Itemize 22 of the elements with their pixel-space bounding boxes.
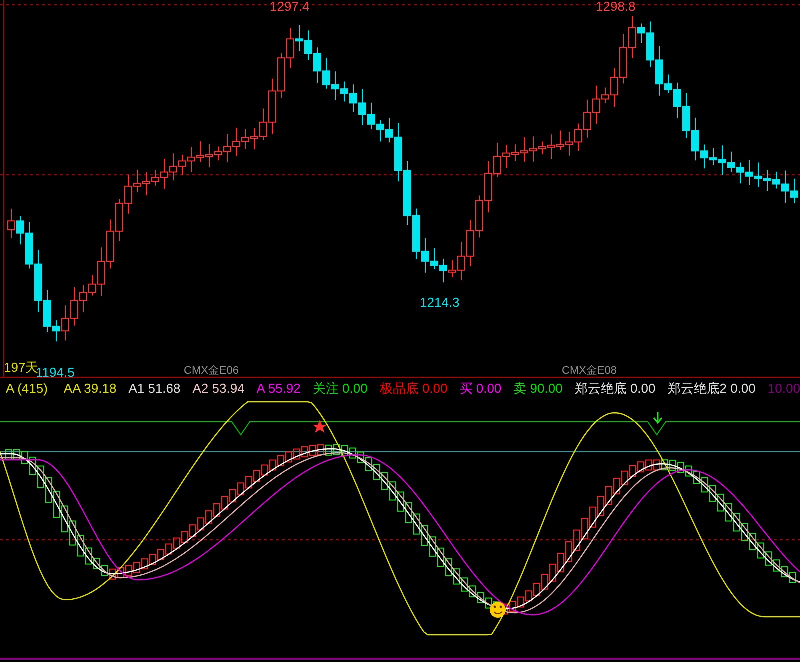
indicator-value: A2 53.94 bbox=[192, 380, 245, 398]
indicator-value: 卖 90.00 bbox=[514, 380, 563, 398]
indicator-value: A1 51.68 bbox=[128, 380, 181, 398]
high-price-label: 1298.8 bbox=[596, 0, 636, 14]
low-price-label: 1194.5 bbox=[36, 366, 75, 380]
indicator-value: 极品底 0.00 bbox=[380, 380, 448, 398]
indicator-value: 郑云绝底2 0.00 bbox=[668, 380, 756, 398]
indicator-value: A 55.92 bbox=[256, 380, 301, 398]
low-price-label: 1214.3 bbox=[420, 296, 460, 310]
indicator-selector[interactable]: A (415) bbox=[6, 378, 48, 400]
indicator-value: AA 39.18 bbox=[64, 380, 117, 398]
star-icon bbox=[313, 420, 327, 433]
indicator-value: 买 0.00 bbox=[460, 380, 502, 398]
indicator-value: 10.00 bbox=[768, 380, 800, 398]
down-arrow-icon bbox=[653, 412, 663, 424]
indicator-value: 关注 0.00 bbox=[312, 380, 368, 398]
high-price-label: 1297.4 bbox=[270, 0, 310, 14]
indicator-value: 郑云绝底 0.00 bbox=[574, 380, 656, 398]
smiley-icon bbox=[490, 602, 506, 618]
contract-label: CMX金E06 bbox=[184, 364, 240, 378]
contract-label: CMX金E08 bbox=[562, 364, 618, 378]
period-label: 197天 bbox=[4, 361, 39, 375]
